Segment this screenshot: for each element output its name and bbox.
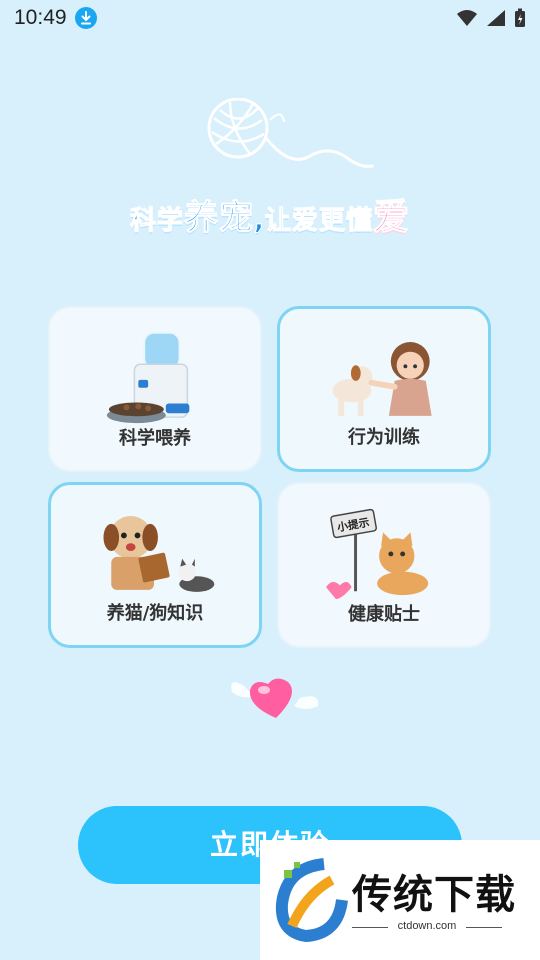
- slogan-part-4: 爱: [372, 197, 410, 239]
- status-bar: 10:49: [0, 0, 540, 36]
- feature-card-health-tips[interactable]: 小提示 健康贴士: [277, 482, 491, 648]
- yarn-ball-icon: [207, 98, 374, 168]
- wifi-icon: [457, 10, 477, 26]
- download-icon: [74, 7, 97, 29]
- girl-training-dog-illustration: [332, 341, 432, 416]
- watermark: 传统下载 ctdown.com: [260, 840, 540, 960]
- feature-card-scientific-feeding[interactable]: 科学喂养: [48, 306, 262, 472]
- slogan: 科学养宠,让爱更懂爱: [0, 188, 540, 240]
- ctdown-logo-icon: [275, 858, 348, 943]
- feature-card-behavior-training[interactable]: 行为训练: [277, 306, 491, 472]
- battery-charging-icon: [515, 8, 525, 27]
- signal-icon: [487, 10, 505, 26]
- watermark-url: ctdown.com: [397, 920, 457, 932]
- feature-label: 健康贴士: [348, 604, 420, 625]
- slogan-part-1: 科学: [130, 206, 185, 237]
- feature-label: 行为训练: [348, 427, 420, 448]
- watermark-brand: 传统下载: [352, 872, 516, 918]
- watermark-divider: [466, 927, 502, 928]
- cat-holding-tip-sign-illustration: 小提示: [326, 508, 429, 600]
- slogan-part-3: ,让爱更懂: [254, 206, 373, 237]
- water-dispenser-food-bowl-illustration: [106, 331, 190, 424]
- status-icons: [456, 8, 526, 28]
- dog-reading-book-with-cat-illustration: [103, 516, 215, 592]
- feature-label: 科学喂养: [119, 428, 191, 449]
- status-time: 10:49: [14, 6, 67, 29]
- feature-label: 养猫/狗知识: [106, 603, 204, 624]
- winged-heart-icon: [231, 678, 319, 718]
- slogan-part-2: 养宠: [184, 198, 255, 239]
- feature-card-pet-knowledge[interactable]: 养猫/狗知识: [48, 482, 262, 648]
